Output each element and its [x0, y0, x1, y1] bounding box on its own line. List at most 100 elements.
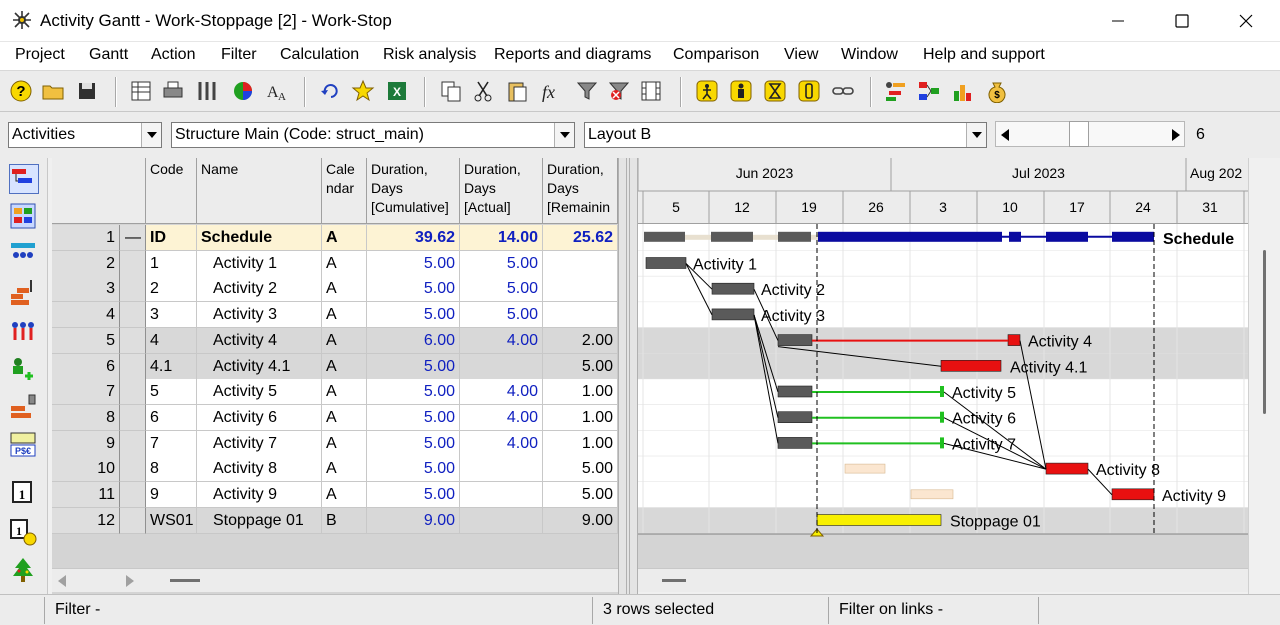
cell-dur-cum[interactable]: 5.00: [367, 482, 460, 508]
table-view-button[interactable]: [9, 202, 39, 232]
activity-bar[interactable]: [777, 334, 813, 346]
cell-calendar[interactable]: A: [322, 482, 367, 508]
cell-code[interactable]: 6: [146, 404, 197, 431]
cell-dur-act[interactable]: 5.00: [460, 250, 543, 277]
menu-reports-and-diagrams[interactable]: Reports and diagrams: [494, 46, 651, 64]
menu-comparison[interactable]: Comparison: [673, 46, 759, 64]
bar-label[interactable]: Activity 4.1: [1010, 359, 1087, 376]
currency-button[interactable]: P$€: [9, 430, 39, 460]
calendar-clock-button[interactable]: 1: [9, 518, 39, 548]
cell-code[interactable]: ID: [146, 225, 197, 251]
cell-name[interactable]: Activity 5: [197, 379, 322, 406]
cell-code[interactable]: 3: [146, 302, 197, 329]
menu-gantt[interactable]: Gantt: [89, 46, 128, 64]
menu-help-and-support[interactable]: Help and support: [923, 46, 1045, 64]
menu-action[interactable]: Action: [151, 46, 195, 64]
summary-actual-bar[interactable]: [778, 231, 811, 242]
activity-bar[interactable]: [1007, 334, 1021, 346]
cell-calendar[interactable]: A: [322, 430, 367, 457]
cell-name[interactable]: Activity 3: [197, 302, 322, 329]
activity-gantt-view-button[interactable]: [9, 164, 39, 194]
cell-dur-act[interactable]: 14.00: [460, 225, 543, 251]
cell-num[interactable]: 9: [52, 430, 120, 457]
gantt-horizontal-scrollbar[interactable]: [638, 568, 1248, 592]
cell-num[interactable]: 7: [52, 379, 120, 406]
cell-calendar[interactable]: A: [322, 250, 367, 277]
cell-dur-cum[interactable]: 5.00: [367, 404, 460, 431]
cell-calendar[interactable]: A: [322, 276, 367, 303]
activity-bar[interactable]: [1045, 462, 1089, 475]
progress-bar[interactable]: [940, 437, 944, 449]
cut-button[interactable]: [470, 78, 496, 104]
menu-project[interactable]: Project: [15, 46, 65, 64]
bar-label[interactable]: Activity 9: [1162, 488, 1226, 505]
cell-dur-act[interactable]: 4.00: [460, 327, 543, 354]
column-header-duration-remaining[interactable]: Duration, Days [Remainin: [543, 158, 618, 224]
help-button[interactable]: ?: [8, 78, 34, 104]
cell-dur-rem[interactable]: 5.00: [543, 482, 618, 508]
cell-dur-cum[interactable]: 5.00: [367, 430, 460, 457]
cell-code[interactable]: 4.1: [146, 353, 197, 380]
table-row[interactable]: 8 6 Activity 6 A 5.00 4.00 1.00: [52, 404, 618, 431]
table-row[interactable]: 11 9 Activity 9 A 5.00 5.00: [52, 482, 618, 508]
cell-marker[interactable]: [120, 482, 146, 508]
table-row[interactable]: 4 3 Activity 3 A 5.00 5.00: [52, 302, 618, 329]
histogram-button[interactable]: [950, 78, 976, 104]
cell-dur-rem[interactable]: 1.00: [543, 379, 618, 406]
cell-num[interactable]: 1: [52, 225, 120, 251]
table-row[interactable]: 10 8 Activity 8 A 5.00 5.00: [52, 456, 618, 483]
pane-splitter[interactable]: [618, 158, 638, 594]
open-button[interactable]: [40, 78, 66, 104]
cell-name[interactable]: Activity 4.1: [197, 353, 322, 380]
column-header-code[interactable]: Code: [146, 158, 197, 224]
column-header-name[interactable]: Name: [197, 158, 322, 224]
cell-code[interactable]: WS01: [146, 507, 197, 534]
cell-dur-rem[interactable]: [543, 302, 618, 329]
font-button[interactable]: AA: [264, 78, 290, 104]
print-button[interactable]: [160, 78, 186, 104]
cell-num[interactable]: 3: [52, 276, 120, 303]
progress-bar[interactable]: [940, 386, 944, 397]
bar-label[interactable]: Activity 7: [952, 436, 1016, 453]
cell-name[interactable]: Activity 2: [197, 276, 322, 303]
cell-num[interactable]: 8: [52, 404, 120, 431]
bar-label[interactable]: Stoppage 01: [950, 514, 1041, 531]
activity-bar[interactable]: [1111, 488, 1155, 501]
gantt-scroll-thumb[interactable]: [662, 579, 686, 582]
cell-num[interactable]: 10: [52, 456, 120, 483]
walker-button[interactable]: [694, 78, 720, 104]
vertical-scrollbar[interactable]: [1248, 158, 1280, 594]
bar-label[interactable]: Activity 2: [761, 282, 825, 299]
baseline-bar[interactable]: [910, 489, 954, 500]
cell-name[interactable]: Activity 4: [197, 327, 322, 354]
cell-dur-act[interactable]: [460, 507, 543, 534]
menu-view[interactable]: View: [784, 46, 818, 64]
summary-actual-bar[interactable]: [711, 231, 753, 242]
table-row[interactable]: 9 7 Activity 7 A 5.00 4.00 1.00: [52, 430, 618, 457]
column-header-duration-actual[interactable]: Duration, Days [Actual]: [460, 158, 543, 224]
summary-bar[interactable]: [1112, 231, 1154, 242]
table-view-button[interactable]: [128, 78, 154, 104]
bar-label[interactable]: Activity 1: [693, 257, 757, 274]
cell-dur-act[interactable]: [460, 482, 543, 508]
cell-marker[interactable]: [120, 404, 146, 431]
bar-label[interactable]: Activity 3: [761, 308, 825, 325]
team-view-button[interactable]: [9, 316, 39, 346]
chart-button[interactable]: [230, 78, 256, 104]
cell-code[interactable]: 4: [146, 327, 197, 354]
menu-filter[interactable]: Filter: [221, 46, 257, 64]
resource-view-button[interactable]: [9, 240, 39, 270]
cost-bricks-button[interactable]: [9, 392, 39, 422]
activity-bar[interactable]: [940, 360, 1002, 372]
cell-dur-cum[interactable]: 5.00: [367, 302, 460, 329]
cell-num[interactable]: 12: [52, 507, 120, 534]
cell-dur-cum[interactable]: 5.00: [367, 379, 460, 406]
summary-actual-bar[interactable]: [644, 231, 685, 242]
close-button[interactable]: [1214, 0, 1278, 42]
maximize-button[interactable]: [1150, 0, 1214, 42]
cell-calendar[interactable]: A: [322, 379, 367, 406]
structure-select[interactable]: Structure Main (Code: struct_main): [171, 122, 575, 148]
column-header-duration-cumulative[interactable]: Duration, Days [Cumulative]: [367, 158, 460, 224]
cell-code[interactable]: 5: [146, 379, 197, 406]
cell-marker[interactable]: [120, 302, 146, 329]
